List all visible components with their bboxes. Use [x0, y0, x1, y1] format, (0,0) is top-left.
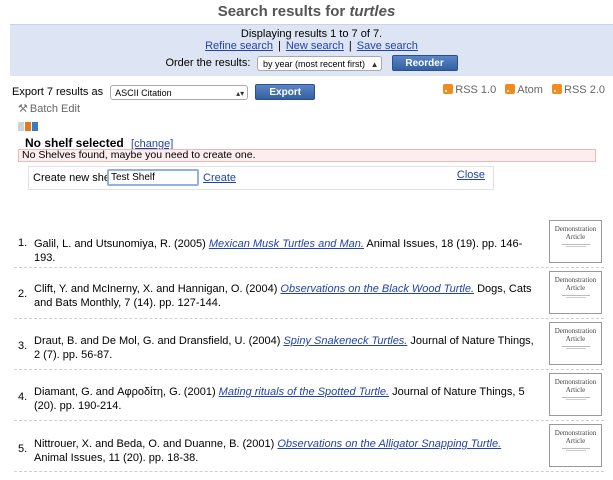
citation-authors: Nittrouer, X. and Beda, O. and Duanne, B…: [34, 438, 278, 450]
atom-label: Atom: [517, 84, 543, 96]
shelf-book-icon: [18, 122, 24, 131]
save-search-link[interactable]: Save search: [357, 40, 418, 52]
export-label: Export 7 results as: [12, 86, 104, 98]
result-title-link[interactable]: Observations on the Black Wood Turtle.: [280, 283, 474, 295]
result-title-link[interactable]: Mexican Musk Turtles and Man.: [209, 238, 364, 250]
export-format-select[interactable]: ASCII Citation ▴▾: [110, 84, 249, 100]
article-thumbnail[interactable]: Demonstration Article: [549, 373, 602, 416]
thumb-line1: Demonstration: [554, 276, 597, 284]
result-item: 3. Draut, B. and De Mol, G. and Dransfie…: [14, 319, 604, 370]
thumb-line2: Article: [565, 437, 586, 445]
displaying-text: Displaying results 1 to 7 of 7.: [240, 28, 383, 40]
refine-search-link[interactable]: Refine search: [205, 40, 273, 52]
order-row: Order the results: by year (most recent …: [10, 55, 613, 71]
separator: |: [277, 40, 281, 52]
select-arrows-icon: ▴▾: [236, 88, 245, 98]
article-thumbnail[interactable]: Demonstration Article: [549, 424, 602, 467]
result-number: 1.: [18, 237, 28, 249]
select-arrows-icon: ▲︎: [370, 59, 379, 69]
rss2-link[interactable]: RSS 2.0: [552, 84, 605, 96]
reorder-button[interactable]: Reorder: [391, 55, 458, 71]
shelf-book-icon: [25, 122, 31, 131]
thumb-line1: Demonstration: [554, 378, 597, 386]
thumb-line1: Demonstration: [554, 327, 597, 335]
thumb-line2: Article: [565, 386, 586, 394]
result-item: 5. Nittrouer, X. and Beda, O. and Duanne…: [14, 421, 604, 472]
create-shelf-label: Create new shelf:: [33, 172, 119, 184]
result-number: 4.: [18, 391, 28, 403]
title-query: turtles: [349, 3, 396, 20]
shelf-icon: [18, 122, 39, 134]
new-search-link[interactable]: New search: [286, 40, 344, 52]
citation: Galil, L. and Utsunomiya, R. (2005) Mexi…: [34, 237, 534, 265]
order-select-value: by year (most recent first): [262, 58, 365, 69]
result-number: 2.: [18, 288, 28, 300]
batch-edit-label: Batch Edit: [29, 103, 81, 115]
citation-authors: Diamant, G. and Αφροδίτη, G. (2001): [34, 386, 219, 398]
create-shelf-box: Create new shelf: Test Shelf Create Clos…: [28, 166, 494, 190]
citation: Nittrouer, X. and Beda, O. and Duanne, B…: [34, 437, 534, 465]
results-summary-panel: Displaying results 1 to 7 of 7. Refine s…: [10, 24, 613, 76]
search-links: Refine search | New search | Save search: [10, 40, 613, 52]
article-thumbnail[interactable]: Demonstration Article: [549, 271, 602, 314]
citation: Clift, Y. and McInerny, X. and Hannigan,…: [34, 282, 534, 310]
thumb-line1: Demonstration: [554, 429, 597, 437]
feed-links: RSS 1.0 Atom RSS 2.0: [437, 84, 605, 96]
rss2-label: RSS 2.0: [564, 84, 605, 96]
result-title-link[interactable]: Mating rituals of the Spotted Turtle.: [219, 386, 389, 398]
result-title-link[interactable]: Observations on the Alligator Snapping T…: [277, 438, 501, 450]
separator: |: [348, 40, 352, 52]
thumb-line1: Demonstration: [554, 225, 597, 233]
citation-authors: Galil, L. and Utsunomiya, R. (2005): [34, 238, 209, 250]
result-item: 4. Diamant, G. and Αφροδίτη, G. (2001) M…: [14, 370, 604, 421]
thumb-line2: Article: [565, 233, 586, 241]
thumb-line2: Article: [565, 284, 586, 292]
create-shelf-link[interactable]: Create: [203, 172, 236, 184]
result-item: 1. Galil, L. and Utsunomiya, R. (2005) M…: [14, 217, 604, 268]
export-button[interactable]: Export: [255, 84, 316, 100]
result-number: 5.: [18, 443, 28, 455]
result-item: 2. Clift, Y. and McInerny, X. and Hannig…: [14, 268, 604, 319]
citation-authors: Draut, B. and De Mol, G. and Dransfield,…: [34, 335, 284, 347]
citation-authors: Clift, Y. and McInerny, X. and Hannigan,…: [34, 283, 281, 295]
citation: Diamant, G. and Αφροδίτη, G. (2001) Mati…: [34, 385, 534, 413]
shelf-status-text: No shelf selected: [25, 136, 124, 150]
shelf-status: No shelf selected [change]: [25, 136, 173, 150]
batch-edit-link[interactable]: ⚒ Batch Edit: [18, 102, 80, 115]
citation: Draut, B. and De Mol, G. and Dransfield,…: [34, 334, 534, 362]
shelf-book-icon: [32, 122, 38, 131]
rss-icon: [552, 84, 563, 94]
export-select-value: ASCII Citation: [115, 87, 172, 98]
title-prefix: Search results for: [217, 3, 346, 20]
rss1-link[interactable]: RSS 1.0: [443, 84, 496, 96]
shelf-error-message: No Shelves found, maybe you need to crea…: [18, 149, 596, 162]
article-thumbnail[interactable]: Demonstration Article: [549, 322, 602, 365]
article-thumbnail[interactable]: Demonstration Article: [549, 220, 602, 263]
thumb-line2: Article: [565, 335, 586, 343]
export-row: Export 7 results as ASCII Citation ▴▾ Ex…: [12, 84, 316, 100]
page-title: Search results for turtles: [0, 0, 613, 24]
atom-link[interactable]: Atom: [505, 84, 543, 96]
rss-icon: [443, 84, 454, 94]
result-title-link[interactable]: Spiny Snakeneck Turtles.: [283, 335, 407, 347]
result-number: 3.: [18, 340, 28, 352]
order-label: Order the results:: [165, 57, 251, 69]
rss1-label: RSS 1.0: [455, 84, 497, 96]
close-link[interactable]: Close: [457, 169, 485, 181]
shelf-name-input[interactable]: Test Shelf: [107, 169, 199, 186]
tools-icon: ⚒: [18, 103, 28, 115]
citation-source: Animal Issues, 11 (20). pp. 18-38.: [34, 452, 199, 464]
order-select[interactable]: by year (most recent first) ▲︎: [257, 55, 383, 71]
atom-icon: [505, 84, 516, 94]
